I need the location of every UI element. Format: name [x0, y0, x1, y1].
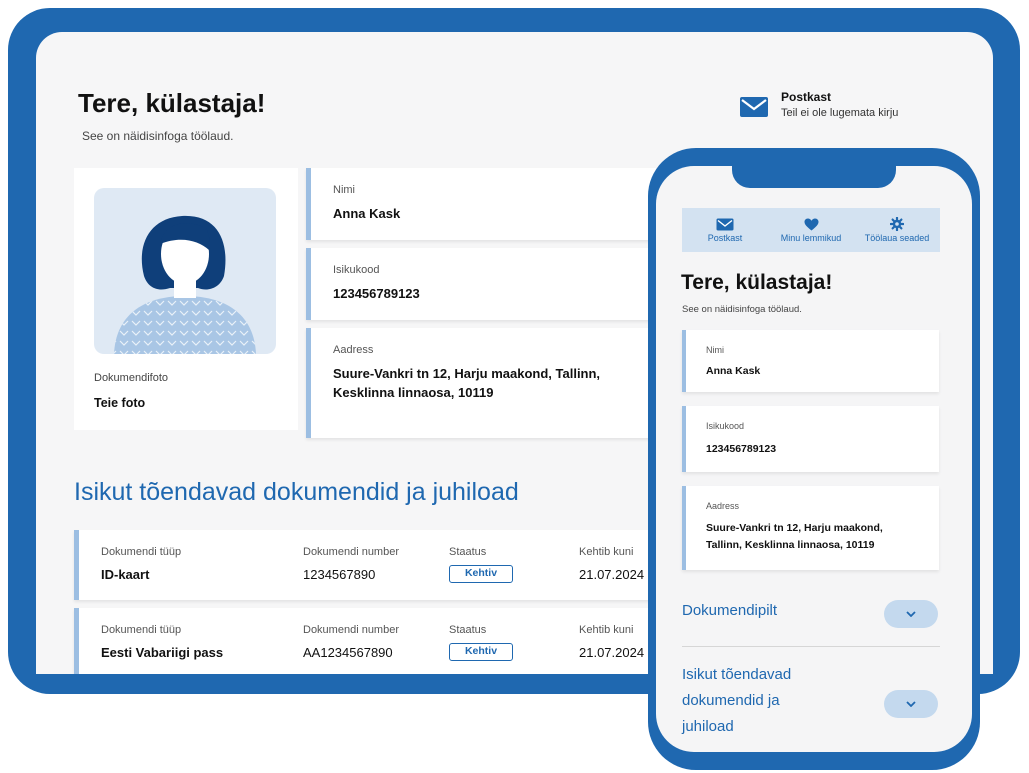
doc-type: ID-kaart: [101, 567, 150, 582]
inbox-status: Teil ei ole lugemata kirju: [781, 107, 899, 119]
col-number-header: Dokumendi number: [303, 546, 399, 558]
phone-notch: [732, 166, 896, 188]
stage: Tere, külastaja! See on näidisinfoga töö…: [0, 0, 1029, 773]
nav-item-favorites[interactable]: Minu lemmikud: [768, 208, 854, 252]
photo-label: Dokumendifoto: [94, 372, 168, 384]
address-line-2: Kesklinna linnaosa, 10119: [333, 385, 494, 400]
address-line-2: Tallinn, Kesklinna linnaosa, 10119: [706, 539, 875, 551]
avatar-icon: [114, 215, 256, 354]
document-row[interactable]: Dokumendi tüüp ID-kaart Dokumendi number…: [74, 530, 674, 600]
accordion-title-line-1: Isikut tõendavad: [682, 666, 792, 683]
document-row[interactable]: Dokumendi tüüp Eesti Vabariigi pass Doku…: [74, 608, 674, 674]
mobile-nav: Postkast Minu lemmikud Töölaua seaded: [682, 208, 940, 252]
photo-card: Dokumendifoto Teie foto: [74, 168, 298, 430]
page-title: Tere, külastaja!: [78, 88, 266, 118]
page-subtitle: See on näidisinfoga töölaud.: [82, 129, 234, 143]
mail-icon: [740, 97, 768, 117]
address-line-1: Suure-Vankri tn 12, Harju maakond, Talli…: [333, 366, 601, 381]
col-status-header: Staatus: [449, 546, 487, 558]
idcode-value: 123456789123: [333, 286, 420, 301]
phone-frame: Postkast Minu lemmikud Töölaua seaded Te…: [648, 148, 980, 770]
doc-type: Eesti Vabariigi pass: [101, 645, 224, 660]
name-value: Anna Kask: [706, 365, 761, 377]
accordion-document-photo[interactable]: Dokumendipilt: [682, 598, 940, 628]
nav-label: Töölaua seaded: [864, 233, 930, 243]
address-label: Aadress: [706, 501, 740, 511]
col-valid-header: Kehtib kuni: [579, 624, 634, 636]
gear-icon: [890, 217, 904, 231]
expand-button[interactable]: [884, 600, 938, 628]
address-label: Aadress: [333, 344, 374, 356]
doc-number: 1234567890: [303, 567, 376, 582]
heart-icon: [804, 218, 818, 230]
name-card: Nimi Anna Kask: [306, 168, 656, 240]
nav-label: Minu lemmikud: [780, 232, 842, 243]
mobile-page-subtitle: See on näidisinfoga töölaud.: [682, 304, 802, 315]
col-type-header: Dokumendi tüüp: [101, 624, 182, 636]
status-badge: Kehtiv: [449, 643, 513, 661]
name-label: Nimi: [706, 345, 724, 355]
nav-label: Postkast: [707, 232, 743, 243]
inbox-link[interactable]: Postkast Teil ei ole lugemata kirju: [739, 90, 898, 119]
name-value: Anna Kask: [333, 206, 401, 221]
chevron-down-icon: [906, 611, 916, 617]
col-type-header: Dokumendi tüüp: [101, 546, 182, 558]
accordion-documents[interactable]: Isikut tõendavad dokumendid ja juhiload: [682, 662, 940, 742]
idcode-value: 123456789123: [706, 443, 777, 455]
mobile-idcode-card: Isikukood 123456789123: [682, 406, 939, 472]
mobile-address-card: Aadress Suure-Vankri tn 12, Harju maakon…: [682, 486, 939, 570]
address-line-1: Suure-Vankri tn 12, Harju maakond,: [706, 522, 883, 534]
col-status-header: Staatus: [449, 624, 487, 636]
doc-valid-until: 21.07.2024: [579, 567, 645, 582]
photo-value: Teie foto: [94, 396, 146, 410]
expand-button[interactable]: [884, 690, 938, 718]
status-badge: Kehtiv: [449, 565, 513, 583]
address-card: Aadress Suure-Vankri tn 12, Harju maakon…: [306, 328, 656, 438]
col-valid-header: Kehtib kuni: [579, 546, 634, 558]
mobile-name-card: Nimi Anna Kask: [682, 330, 939, 392]
col-number-header: Dokumendi number: [303, 624, 399, 636]
idcode-card: Isikukood 123456789123: [306, 248, 656, 320]
divider: [682, 646, 940, 647]
nav-item-inbox[interactable]: Postkast: [682, 208, 768, 252]
doc-valid-until: 21.07.2024: [579, 645, 645, 660]
avatar: [94, 188, 276, 354]
mobile-dashboard: Postkast Minu lemmikud Töölaua seaded Te…: [656, 166, 972, 752]
nav-item-settings[interactable]: Töölaua seaded: [854, 208, 940, 252]
inbox-title: Postkast: [781, 90, 832, 104]
doc-number: AA1234567890: [303, 645, 393, 660]
mail-icon: [716, 218, 734, 230]
name-label: Nimi: [333, 184, 355, 196]
chevron-down-icon: [906, 701, 916, 707]
mobile-page-title: Tere, külastaja!: [681, 271, 833, 294]
documents-title: Isikut tõendavad dokumendid ja juhiload: [74, 478, 519, 506]
idcode-label: Isikukood: [333, 264, 380, 276]
idcode-label: Isikukood: [706, 421, 745, 431]
